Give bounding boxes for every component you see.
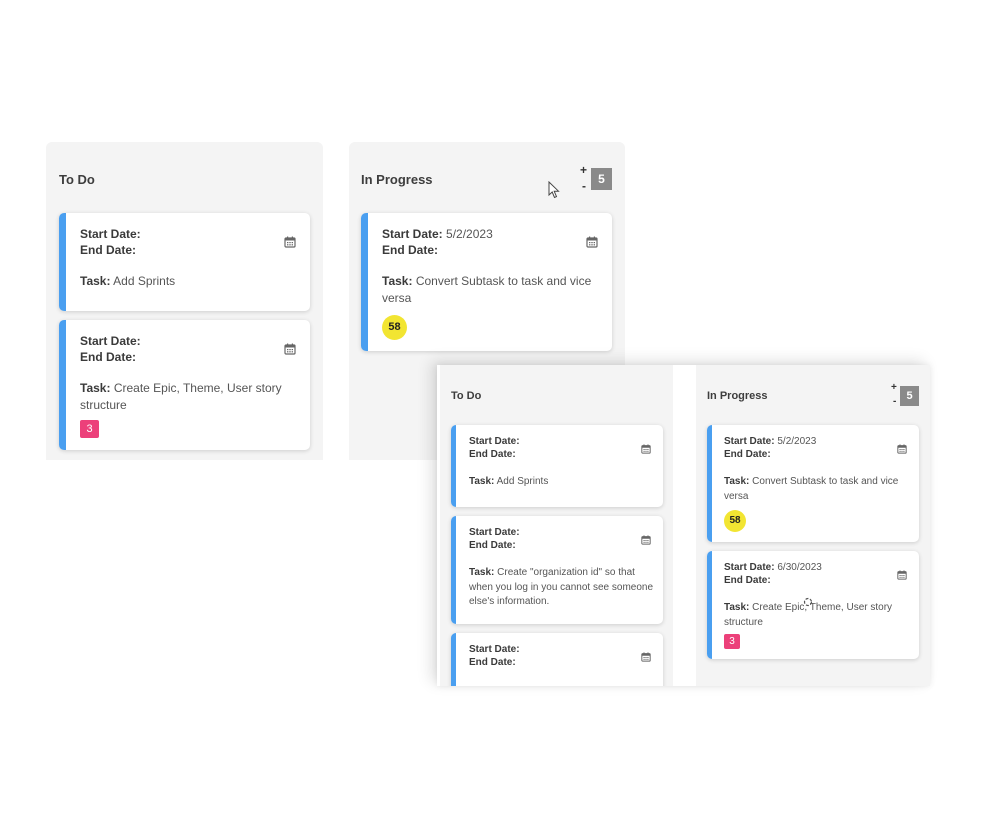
column-title: To Do xyxy=(451,390,482,402)
calendar-icon[interactable] xyxy=(641,535,651,545)
increase-button[interactable]: + xyxy=(580,163,587,177)
column-title: In Progress xyxy=(707,390,768,402)
task-description: Task: Create Epic, Theme, User story str… xyxy=(80,381,282,413)
start-date-row: Start Date: xyxy=(469,527,520,538)
start-date-row: Start Date: 5/2/2023 xyxy=(382,227,493,241)
task-card[interactable]: Start Date: End Date: Task: Add Sprints xyxy=(59,213,310,311)
end-date-row: End Date: xyxy=(469,449,516,460)
end-date-row: End Date: xyxy=(469,540,516,551)
calendar-icon[interactable] xyxy=(897,570,907,580)
calendar-icon[interactable] xyxy=(897,444,907,454)
kanban-screenshot-2: To Do Start Date: End Date: Task: Add Sp… xyxy=(437,365,930,686)
end-date-row: End Date: xyxy=(80,350,137,364)
task-card[interactable]: Start Date: End Date: Task: Add Sprints xyxy=(451,425,663,507)
start-date-row: Start Date: xyxy=(469,436,520,447)
end-date-row: End Date: xyxy=(724,449,771,460)
column-count: 5 xyxy=(900,386,919,406)
end-date-row: End Date: xyxy=(724,575,771,586)
task-description: Task: Add Sprints xyxy=(80,274,176,288)
calendar-icon[interactable] xyxy=(586,236,598,248)
start-date-row: Start Date: xyxy=(80,227,141,241)
column-todo: To Do Start Date: End Date: Task: Add Sp… xyxy=(46,142,323,460)
count-badge: 3 xyxy=(724,634,740,649)
task-card[interactable]: Start Date: End Date: Task: Create "orga… xyxy=(451,516,663,624)
decrease-button[interactable]: - xyxy=(893,396,896,407)
calendar-icon[interactable] xyxy=(284,343,296,355)
end-date-row: End Date: xyxy=(469,657,516,668)
calendar-icon[interactable] xyxy=(284,236,296,248)
task-description: Task: Convert Subtask to task and vice v… xyxy=(724,476,899,502)
column-title: In Progress xyxy=(361,172,433,187)
task-description: Task: Convert Subtask to task and vice v… xyxy=(382,274,592,306)
start-date-row: Start Date: 6/30/2023 xyxy=(724,562,822,573)
task-card[interactable]: Start Date: 5/2/2023 End Date: Task: Con… xyxy=(361,213,612,351)
count-badge: 58 xyxy=(382,315,407,340)
calendar-icon[interactable] xyxy=(641,444,651,454)
task-card[interactable]: Start Date: End Date: Task: Create Epic,… xyxy=(59,320,310,450)
count-badge: 58 xyxy=(724,510,746,532)
task-card[interactable]: Start Date: End Date: xyxy=(451,633,663,686)
task-card[interactable]: Start Date: 6/30/2023 End Date: Task: Cr… xyxy=(707,551,919,659)
end-date-row: End Date: xyxy=(382,243,439,257)
loading-spinner-icon xyxy=(803,597,813,607)
start-date-row: Start Date: xyxy=(80,334,141,348)
task-description: Task: Add Sprints xyxy=(469,476,549,487)
end-date-row: End Date: xyxy=(80,243,137,257)
column-todo: To Do Start Date: End Date: Task: Add Sp… xyxy=(440,365,673,686)
decrease-button[interactable]: - xyxy=(582,179,586,193)
task-card[interactable]: Start Date: 5/2/2023 End Date: Task: Con… xyxy=(707,425,919,542)
count-badge: 3 xyxy=(80,420,99,438)
start-date-row: Start Date: 5/2/2023 xyxy=(724,436,817,447)
start-date-row: Start Date: xyxy=(469,644,520,655)
mouse-cursor-icon xyxy=(548,181,560,199)
task-description: Task: Create "organization id" so that w… xyxy=(469,567,654,607)
calendar-icon[interactable] xyxy=(641,652,651,662)
column-count: 5 xyxy=(591,168,612,190)
column-in-progress: In Progress + - 5 Start Date: 5/2/2023 E… xyxy=(696,365,930,686)
increase-button[interactable]: + xyxy=(891,382,897,393)
column-title: To Do xyxy=(59,172,95,187)
